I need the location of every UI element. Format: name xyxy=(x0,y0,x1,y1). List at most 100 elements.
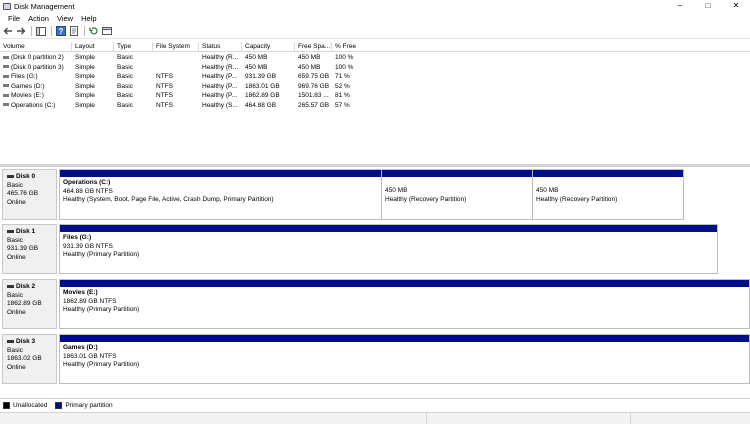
maximize-button[interactable]: □ xyxy=(694,0,722,12)
disk-label[interactable]: Disk 3 Basic 1863.02 GB Online xyxy=(2,334,57,384)
disk-icon xyxy=(7,229,14,233)
status-segment xyxy=(630,413,750,424)
primary-partition-bar xyxy=(533,170,683,177)
menu-action[interactable]: Action xyxy=(24,14,53,23)
partition-files-g[interactable]: Files (G:) 931.39 GB NTFS Healthy (Prima… xyxy=(60,225,717,273)
disk-name: Disk 0 xyxy=(7,173,54,182)
column-status[interactable]: Status xyxy=(199,42,242,52)
menu-bar: File Action View Help xyxy=(0,12,750,24)
disk-partitions: Movies (E:) 1862.89 GB NTFS Healthy (Pri… xyxy=(59,279,750,329)
cell-type: Basic xyxy=(117,63,133,71)
forward-icon[interactable] xyxy=(15,26,26,37)
disk-row-disk-0: Disk 0 Basic 465.76 GB Online Operations… xyxy=(0,169,750,220)
column-free-space[interactable]: Free Spa... xyxy=(295,42,332,52)
cell-file-system xyxy=(153,63,199,73)
disk-name: Disk 2 xyxy=(7,283,54,292)
volume-row[interactable]: (Disk 0 partition 2) Simple Basic Health… xyxy=(0,53,750,63)
volume-row[interactable]: Movies (E:) Simple Basic NTFS Healthy (P… xyxy=(0,91,750,101)
cell-layout: Simple xyxy=(75,73,95,80)
status-segment xyxy=(426,413,630,424)
disk-icon xyxy=(7,284,14,288)
partition-recovery-2[interactable]: 450 MB Healthy (Recovery Partition) xyxy=(533,170,683,219)
cell-layout: Simple xyxy=(75,54,95,61)
cell-free-space: 1501.83 ... xyxy=(298,92,329,99)
disk-state: Online xyxy=(7,308,26,316)
disk-size: 931.39 GB xyxy=(7,245,39,252)
cell-volume: (Disk 0 partition 2) xyxy=(0,53,72,63)
volume-name: (Disk 0 partition 3) xyxy=(11,63,64,71)
refresh-icon[interactable] xyxy=(88,26,99,37)
disk-label[interactable]: Disk 1 Basic 931.39 GB Online xyxy=(2,224,57,274)
disk-partitions: Operations (C:) 464.88 GB NTFS Healthy (… xyxy=(59,169,684,220)
window-controls: – □ ✕ xyxy=(666,0,750,12)
menu-help[interactable]: Help xyxy=(77,14,100,23)
partition-status: Healthy (Primary Partition) xyxy=(63,251,140,258)
minimize-button[interactable]: – xyxy=(666,0,694,12)
partition-operations-c[interactable]: Operations (C:) 464.88 GB NTFS Healthy (… xyxy=(60,170,382,219)
cell-percent-free: 100 % xyxy=(335,63,354,71)
partition-movies-e[interactable]: Movies (E:) 1862.89 GB NTFS Healthy (Pri… xyxy=(60,280,749,328)
column-volume[interactable]: Volume xyxy=(0,42,72,52)
svg-text:?: ? xyxy=(58,27,63,36)
back-icon[interactable] xyxy=(2,26,13,37)
cell-status: Healthy (S... xyxy=(202,101,238,109)
legend-label: Primary partition xyxy=(65,402,113,409)
show-hide-tree-icon[interactable] xyxy=(35,26,46,37)
disk-partitions: Games (D:) 1863.01 GB NTFS Healthy (Prim… xyxy=(59,334,750,384)
disk-row-disk-3: Disk 3 Basic 1863.02 GB Online Games (D:… xyxy=(0,334,750,384)
cell-layout: Simple xyxy=(75,82,95,90)
column-file-system[interactable]: File System xyxy=(153,42,199,52)
partition-recovery-1[interactable]: 450 MB Healthy (Recovery Partition) xyxy=(382,170,533,219)
partition-detail: 1862.89 GB NTFS xyxy=(63,297,117,305)
cell-capacity: 450 MB xyxy=(245,54,268,61)
volume-icon xyxy=(3,84,9,88)
primary-partition-bar xyxy=(60,280,749,287)
volume-list[interactable]: Volume Layout Type File System Status Ca… xyxy=(0,40,750,164)
primary-partition-bar xyxy=(60,170,381,177)
cell-layout: Simple xyxy=(75,92,95,99)
column-type[interactable]: Type xyxy=(114,42,153,52)
column-layout[interactable]: Layout xyxy=(72,42,114,52)
disk-size: 1863.02 GB xyxy=(7,355,42,362)
column-percent-free[interactable]: % Free xyxy=(332,42,750,52)
settings-icon[interactable] xyxy=(101,26,112,37)
partition-status: Healthy (Recovery Partition) xyxy=(385,195,467,203)
cell-volume: Games (D:) xyxy=(0,82,72,92)
volume-row[interactable]: (Disk 0 partition 3) Simple Basic Health… xyxy=(0,63,750,73)
cell-free-space: 450 MB xyxy=(298,54,321,61)
close-button[interactable]: ✕ xyxy=(722,0,750,12)
disk-row-disk-1: Disk 1 Basic 931.39 GB Online Files (G:)… xyxy=(0,224,750,274)
column-capacity[interactable]: Capacity xyxy=(242,42,295,52)
volume-list-header: Volume Layout Type File System Status Ca… xyxy=(0,42,750,52)
partition-title: Movies (E:) xyxy=(63,289,98,296)
disk-size: 465.76 GB xyxy=(7,190,39,197)
menu-view[interactable]: View xyxy=(53,14,77,23)
cell-type: Basic xyxy=(117,73,133,80)
properties-icon[interactable] xyxy=(68,26,79,37)
cell-type: Basic xyxy=(117,101,133,109)
cell-volume: (Disk 0 partition 3) xyxy=(0,63,72,73)
window-title: Disk Management xyxy=(14,1,75,11)
cell-volume: Operations (C:) xyxy=(0,101,72,111)
cell-volume: Movies (E:) xyxy=(0,91,72,101)
disk-label[interactable]: Disk 0 Basic 465.76 GB Online xyxy=(2,169,57,220)
disk-state: Online xyxy=(7,198,26,206)
toolbar-separator xyxy=(31,26,32,36)
cell-percent-free: 71 % xyxy=(335,73,350,80)
disk-partitions: Files (G:) 931.39 GB NTFS Healthy (Prima… xyxy=(59,224,718,274)
cell-layout: Simple xyxy=(75,101,95,109)
volume-row[interactable]: Operations (C:) Simple Basic NTFS Health… xyxy=(0,101,750,111)
volume-row[interactable]: Files (G:) Simple Basic NTFS Healthy (P.… xyxy=(0,72,750,82)
disk-label[interactable]: Disk 2 Basic 1862.89 GB Online xyxy=(2,279,57,329)
disk-type: Basic xyxy=(7,236,23,244)
disk-graphical-view: Disk 0 Basic 465.76 GB Online Operations… xyxy=(0,167,750,397)
menu-file[interactable]: File xyxy=(4,14,24,23)
cell-status: Healthy (R... xyxy=(202,63,239,71)
partition-games-d[interactable]: Games (D:) 1863.01 GB NTFS Healthy (Prim… xyxy=(60,335,749,383)
help-icon[interactable]: ? xyxy=(55,26,66,37)
toolbar-separator xyxy=(84,26,85,36)
disk-icon xyxy=(7,339,14,343)
cell-type: Basic xyxy=(117,92,133,99)
volume-row[interactable]: Games (D:) Simple Basic NTFS Healthy (P.… xyxy=(0,82,750,92)
cell-status: Healthy (R... xyxy=(202,54,239,61)
